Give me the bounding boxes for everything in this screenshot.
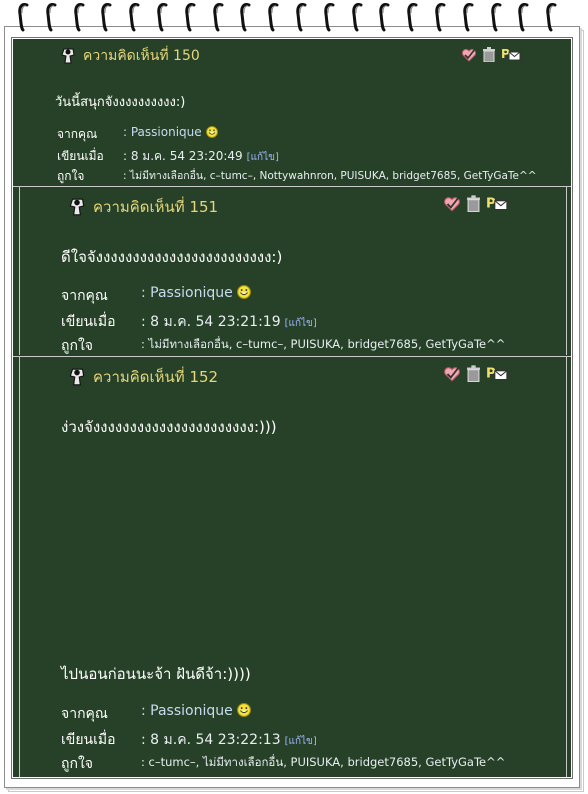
comment-actions: P	[443, 195, 508, 216]
from-label: จากคุณ	[61, 288, 108, 304]
spiral-ring-icon	[18, 2, 30, 32]
edit-link[interactable]: [แก้ไข]	[247, 152, 279, 163]
comment-message-continued: ไปนอนก่อนนะจ้า ฝันดีจ้า:))))	[61, 665, 251, 683]
comment-header: ความคิดเห็นที่ 150	[59, 45, 200, 67]
smiley-icon	[236, 285, 251, 303]
comment-actions: P	[443, 365, 508, 386]
comment-message: วันนี้สนุกจังงงงงงงงงง:)	[55, 95, 186, 110]
likes-label: ถูกใจ	[57, 169, 85, 183]
edit-link[interactable]: [แก้ไข]	[285, 318, 317, 329]
trash-icon[interactable]	[467, 365, 480, 386]
heart-check-icon[interactable]	[443, 366, 461, 386]
author-link[interactable]: : Passionique	[141, 285, 233, 301]
spiral-ring-icon	[546, 2, 558, 32]
spiral-ring-icon	[351, 2, 364, 32]
user-avatar-icon	[59, 47, 77, 65]
spiral-ring-icon	[46, 2, 58, 32]
post-border-right	[566, 187, 567, 355]
time-label: เขียนเมื่อ	[61, 732, 116, 748]
comment-150: ความคิดเห็นที่ 150 P วันนี้สนุกจังงงงงงง…	[13, 39, 571, 187]
heart-check-icon[interactable]	[461, 47, 477, 66]
spiral-ring-icon	[518, 2, 530, 32]
likes-label: ถูกใจ	[61, 756, 93, 772]
comment-151: ความคิดเห็นที่ 151 P ดีใจจังงงงงงงงงงงงง…	[13, 187, 571, 355]
spiral-ring-icon	[490, 2, 503, 32]
likes-label: ถูกใจ	[61, 338, 93, 354]
post-border-right	[566, 357, 567, 777]
likes-list: : ไม่มีทางเลือกอื่น, c–tumc–, Nottywahnr…	[123, 170, 537, 182]
post-time: : 8 ม.ค. 54 23:20:49	[123, 149, 243, 163]
private-message-icon[interactable]: P	[501, 47, 521, 66]
edit-link[interactable]: [แก้ไข]	[285, 736, 317, 747]
spiral-ring-icon	[73, 2, 86, 32]
comment-actions: P	[461, 47, 521, 66]
spiral-ring-icon	[240, 2, 252, 32]
spiral-ring-icon	[129, 2, 141, 32]
author-link[interactable]: : Passionique	[141, 703, 233, 719]
from-label: จากคุณ	[61, 706, 108, 722]
comment-title: ความคิดเห็นที่ 152	[93, 368, 219, 386]
spiral-ring-icon	[324, 2, 336, 32]
comment-message: ง่วงจังงงงงงงงงงงงงงงงงงงงงง:)))	[61, 418, 277, 436]
spiral-ring-icon	[157, 2, 169, 32]
user-avatar-icon	[67, 367, 87, 387]
spiral-binding	[18, 0, 578, 36]
trash-icon[interactable]	[467, 195, 480, 216]
comment-message: ดีใจจังงงงงงงงงงงงงงงงงงงงงงงง:)	[61, 248, 283, 266]
comment-header: ความคิดเห็นที่ 152	[67, 365, 218, 389]
time-label: เขียนเมื่อ	[61, 314, 116, 330]
time-label: เขียนเมื่อ	[57, 149, 104, 163]
spiral-ring-icon	[407, 2, 419, 32]
spiral-ring-icon	[463, 2, 475, 32]
post-border-left	[19, 357, 20, 777]
smiley-icon	[205, 126, 218, 141]
heart-check-icon[interactable]	[443, 196, 461, 216]
spiral-ring-icon	[212, 2, 225, 32]
spiral-ring-icon	[296, 2, 308, 32]
comment-title: ความคิดเห็นที่ 151	[93, 198, 219, 216]
post-time: : 8 ม.ค. 54 23:22:13	[141, 732, 281, 748]
comment-header: ความคิดเห็นที่ 151	[67, 195, 218, 219]
comment-board: ความคิดเห็นที่ 150 P วันนี้สนุกจังงงงงงง…	[11, 37, 573, 779]
from-label: จากคุณ	[57, 127, 98, 141]
private-message-icon[interactable]: P	[486, 195, 508, 216]
spiral-ring-icon	[379, 2, 391, 32]
smiley-icon	[236, 703, 251, 721]
spiral-ring-icon	[101, 2, 113, 32]
spiral-ring-icon	[268, 2, 280, 32]
likes-list: : c–tumc–, ไม่มีทางเลือกอื่น, PUISUKA, b…	[141, 755, 506, 769]
author-link[interactable]: : Passionique	[123, 125, 202, 139]
spiral-ring-icon	[185, 2, 197, 32]
user-avatar-icon	[67, 197, 87, 217]
private-message-icon[interactable]: P	[486, 365, 508, 386]
post-border-left	[19, 187, 20, 355]
likes-list: : ไม่มีทางเลือกอื่น, c–tumc–, PUISUKA, b…	[141, 337, 506, 351]
comment-152: ความคิดเห็นที่ 152 P ง่วงจังงงงงงงงงงงงง…	[13, 357, 571, 777]
post-time: : 8 ม.ค. 54 23:21:19	[141, 314, 281, 330]
comment-title: ความคิดเห็นที่ 150	[83, 48, 200, 64]
trash-icon[interactable]	[483, 47, 495, 66]
spiral-ring-icon	[435, 2, 447, 32]
